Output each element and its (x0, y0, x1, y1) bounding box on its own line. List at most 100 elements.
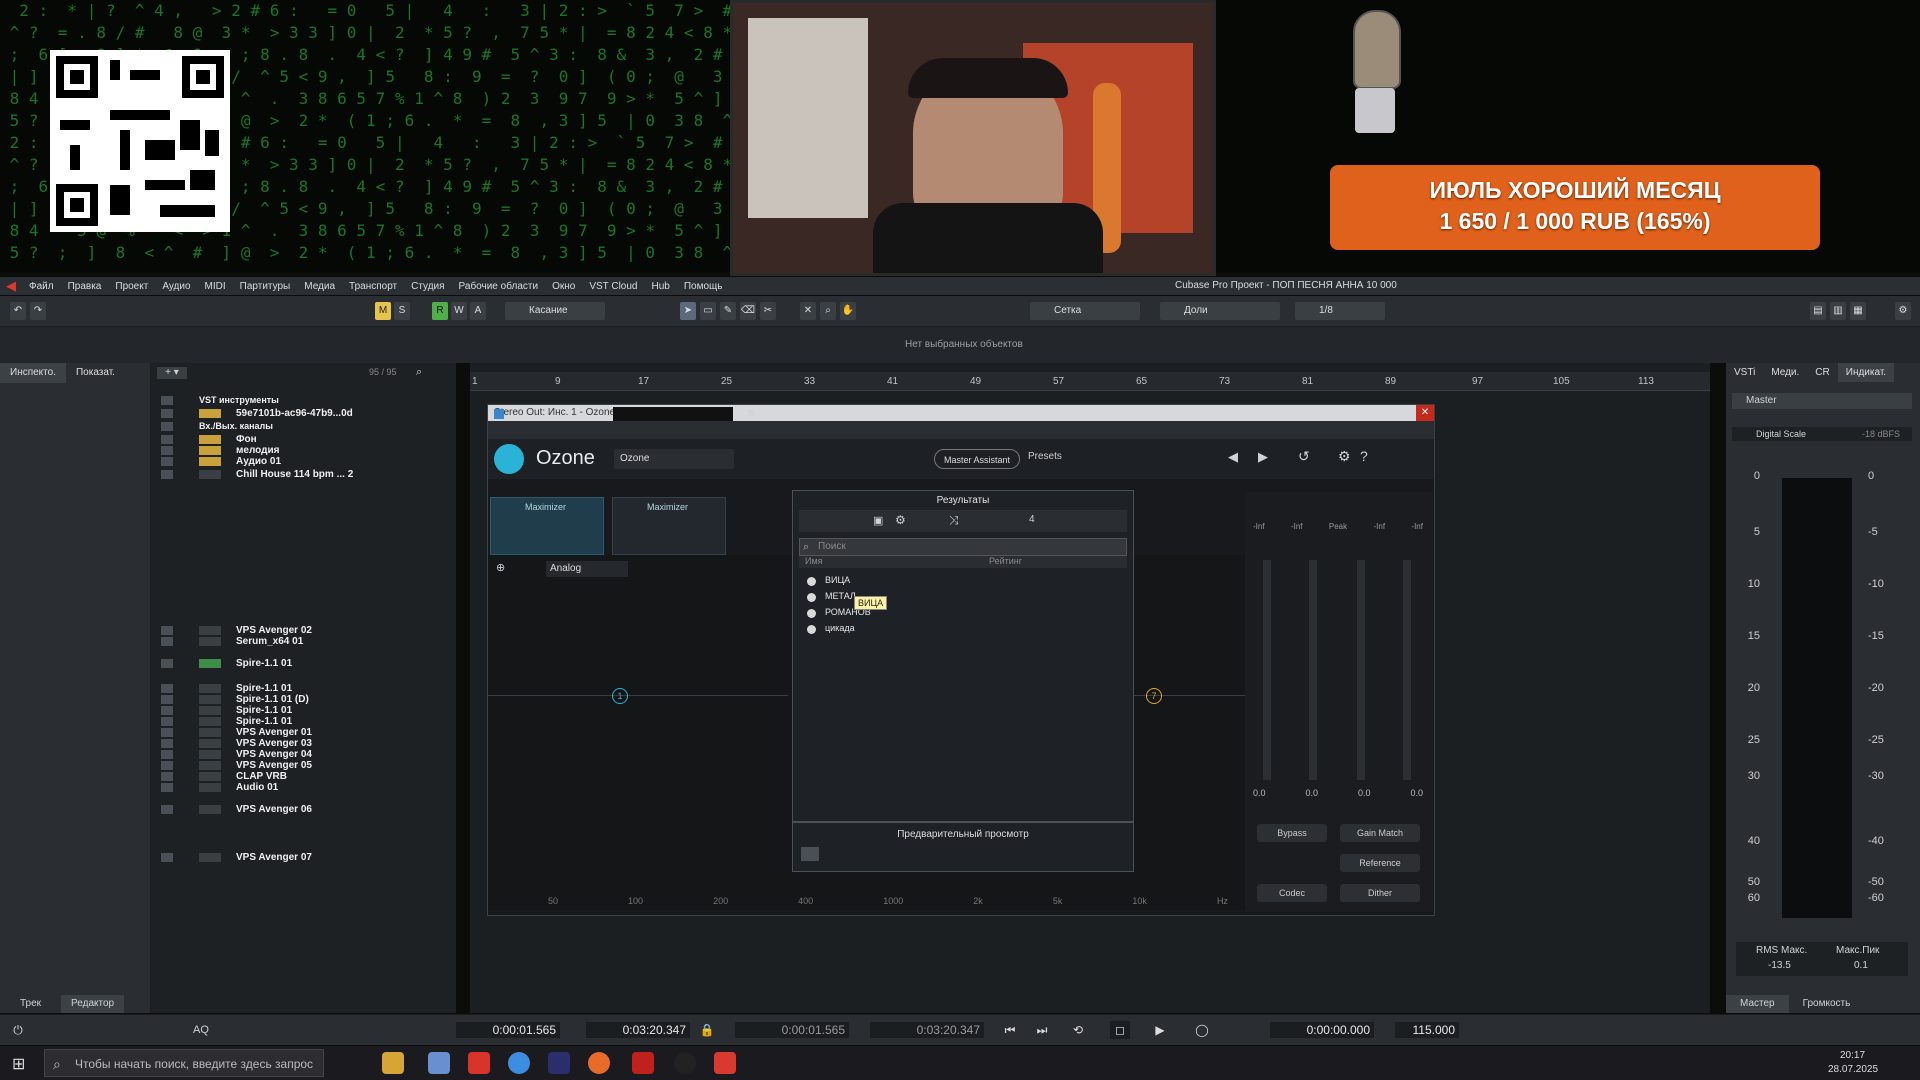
left-locator-field[interactable]: 0:00:01.565 (456, 1022, 560, 1038)
menu-project[interactable]: Проект (108, 281, 155, 292)
menu-studio[interactable]: Студия (404, 281, 451, 292)
timeline-ruler[interactable]: 1 9 17 25 33 41 49 57 65 73 81 89 97 105… (470, 372, 1710, 391)
track-row[interactable]: Serum_x64 01 (151, 636, 456, 647)
tempo-field[interactable]: 115.000 (1395, 1022, 1459, 1038)
undo-icon[interactable]: ↶ (10, 302, 26, 320)
cubase-icon[interactable] (714, 1052, 736, 1074)
track-row[interactable]: Chill House 114 bpm ... 2 (151, 469, 456, 480)
bypass-button[interactable]: Bypass (1257, 824, 1327, 842)
presets-button[interactable]: Presets (1028, 451, 1062, 462)
lock-icon[interactable]: 🔒 (697, 1021, 717, 1039)
windows-start-icon[interactable]: ⊞ (12, 1054, 25, 1074)
track-row[interactable]: Spire-1.1 01 (151, 716, 456, 727)
grid-type-select[interactable]: Доли (1160, 302, 1280, 320)
plugin-preset-field[interactable] (613, 407, 733, 421)
track-row[interactable]: Audio 01 (151, 782, 456, 793)
menu-media[interactable]: Медиа (297, 281, 342, 292)
ozone-preset-field[interactable]: Ozone (614, 449, 734, 469)
zoom-tool-icon[interactable]: ⌕ (820, 302, 836, 320)
module-slot[interactable]: Maximizer (490, 497, 604, 555)
pencil-tool-icon[interactable]: ✎ (720, 302, 736, 320)
obs-icon[interactable] (674, 1052, 696, 1074)
tab-media[interactable]: Меди. (1763, 363, 1807, 382)
track-row[interactable]: Spire-1.1 01 (151, 683, 456, 694)
menu-edit[interactable]: Правка (61, 281, 109, 292)
menu-help[interactable]: Помощь (677, 281, 730, 292)
eq-node-1[interactable]: 1 (612, 688, 628, 704)
column-rating[interactable]: Рейтинг (989, 556, 1022, 566)
range-tool-icon[interactable]: ▭ (700, 302, 716, 320)
master-assistant-button[interactable]: Master Assistant (934, 449, 1020, 469)
menu-file[interactable]: Файл (22, 281, 61, 292)
quantize-select[interactable]: 1/8 (1295, 302, 1385, 320)
premiere-icon[interactable] (548, 1052, 570, 1074)
preset-search-input[interactable]: ⌕ Поиск (799, 538, 1127, 556)
track-folder-io[interactable]: Вх./Вых. каналы (151, 421, 456, 432)
write-automation-button[interactable]: W (451, 302, 467, 320)
preset-item[interactable]: цикада (793, 620, 1133, 636)
go-to-end-icon[interactable]: ⏭ (1032, 1021, 1052, 1039)
layout-right-icon[interactable]: ▦ (1850, 302, 1866, 320)
track-row[interactable]: Spire-1.1 01 (151, 705, 456, 716)
close-icon[interactable]: ✕ (1416, 405, 1434, 421)
punch-out-field[interactable]: 0:03:20.347 (870, 1022, 984, 1038)
solo-mode-button[interactable]: S (394, 302, 410, 320)
position-display[interactable]: 0:00:00.000 (1270, 1022, 1374, 1038)
automation-mode-select[interactable]: Касание (505, 302, 605, 320)
track-row[interactable]: VPS Avenger 04 (151, 749, 456, 760)
layout-left-icon[interactable]: ▤ (1810, 302, 1826, 320)
tab-control-room[interactable]: CR (1807, 363, 1837, 382)
automation-mode-button[interactable]: A (470, 302, 486, 320)
column-name[interactable]: Имя (805, 556, 823, 566)
menu-vst-cloud[interactable]: VST Cloud (582, 281, 644, 292)
object-select-tool-icon[interactable]: ➤ (680, 302, 696, 320)
menu-window[interactable]: Окно (545, 281, 582, 292)
punch-in-field[interactable]: 0:00:01.565 (735, 1022, 849, 1038)
split-tool-icon[interactable]: ✂ (760, 302, 776, 320)
file-explorer-icon[interactable] (382, 1052, 404, 1074)
prev-preset-icon[interactable]: ◀ (1228, 449, 1238, 465)
codec-button[interactable]: Codec (1257, 884, 1327, 902)
record-icon[interactable]: ◯ (1192, 1021, 1212, 1039)
eq-node-7[interactable]: 7 (1146, 688, 1162, 704)
add-track-button[interactable]: + ▾ (157, 367, 187, 379)
chrome-icon[interactable] (508, 1052, 530, 1074)
hand-tool-icon[interactable]: ✋ (840, 302, 856, 320)
track-search-icon[interactable]: ⌕ (416, 366, 422, 379)
preview-play-icon[interactable] (801, 847, 819, 861)
save-preset-icon[interactable]: ▣ (873, 514, 883, 527)
mute-tool-icon[interactable]: ✕ (800, 302, 816, 320)
next-preset-icon[interactable]: ▶ (1258, 449, 1268, 465)
tab-vsti[interactable]: VSTi (1726, 363, 1763, 382)
settings-icon[interactable]: ⚙ (1338, 448, 1351, 465)
track-row[interactable]: VPS Avenger 01 (151, 727, 456, 738)
redo-icon[interactable]: ↷ (30, 302, 46, 320)
app-icon[interactable] (632, 1052, 654, 1074)
settings-gear-icon[interactable]: ⚙ (1895, 302, 1911, 320)
tab-volume[interactable]: Громкость (1789, 995, 1865, 1013)
menu-transport[interactable]: Транспорт (342, 281, 404, 292)
module-slot[interactable]: Maximizer (612, 497, 726, 555)
track-row[interactable]: VPS Avenger 06 (151, 804, 456, 815)
undo-history-icon[interactable]: ↺ (1298, 448, 1310, 465)
tab-meter[interactable]: Индикат. (1837, 363, 1895, 382)
taskbar-search-box[interactable]: ⌕ Чтобы начать поиск, введите здесь запр… (44, 1049, 324, 1077)
read-automation-button[interactable]: R (432, 302, 448, 320)
shuffle-icon[interactable]: ⤨ (949, 513, 959, 528)
track-row[interactable]: 59e7101b-ac96-47b9...0d (151, 408, 456, 419)
eraser-tool-icon[interactable]: ⌫ (740, 302, 756, 320)
menu-midi[interactable]: MIDI (198, 281, 233, 292)
track-row[interactable]: CLAP VRB (151, 771, 456, 782)
dither-button[interactable]: Dither (1340, 884, 1420, 902)
right-locator-field[interactable]: 0:03:20.347 (586, 1022, 690, 1038)
preset-item[interactable]: ВИЦА (793, 572, 1133, 588)
preset-settings-icon[interactable]: ⚙ (895, 513, 906, 527)
stop-icon[interactable]: ◻ (1110, 1021, 1130, 1039)
go-to-start-icon[interactable]: ⏮ (1000, 1021, 1020, 1039)
preset-item[interactable]: РОМАНОВ (793, 604, 1133, 620)
cycle-icon[interactable]: ⟲ (1068, 1021, 1088, 1039)
track-row[interactable]: Фон (151, 434, 456, 445)
reference-button[interactable]: Reference (1340, 854, 1420, 872)
eq-mode-select[interactable]: Analog (546, 561, 628, 577)
track-row[interactable]: Аудио 01 (151, 456, 456, 467)
